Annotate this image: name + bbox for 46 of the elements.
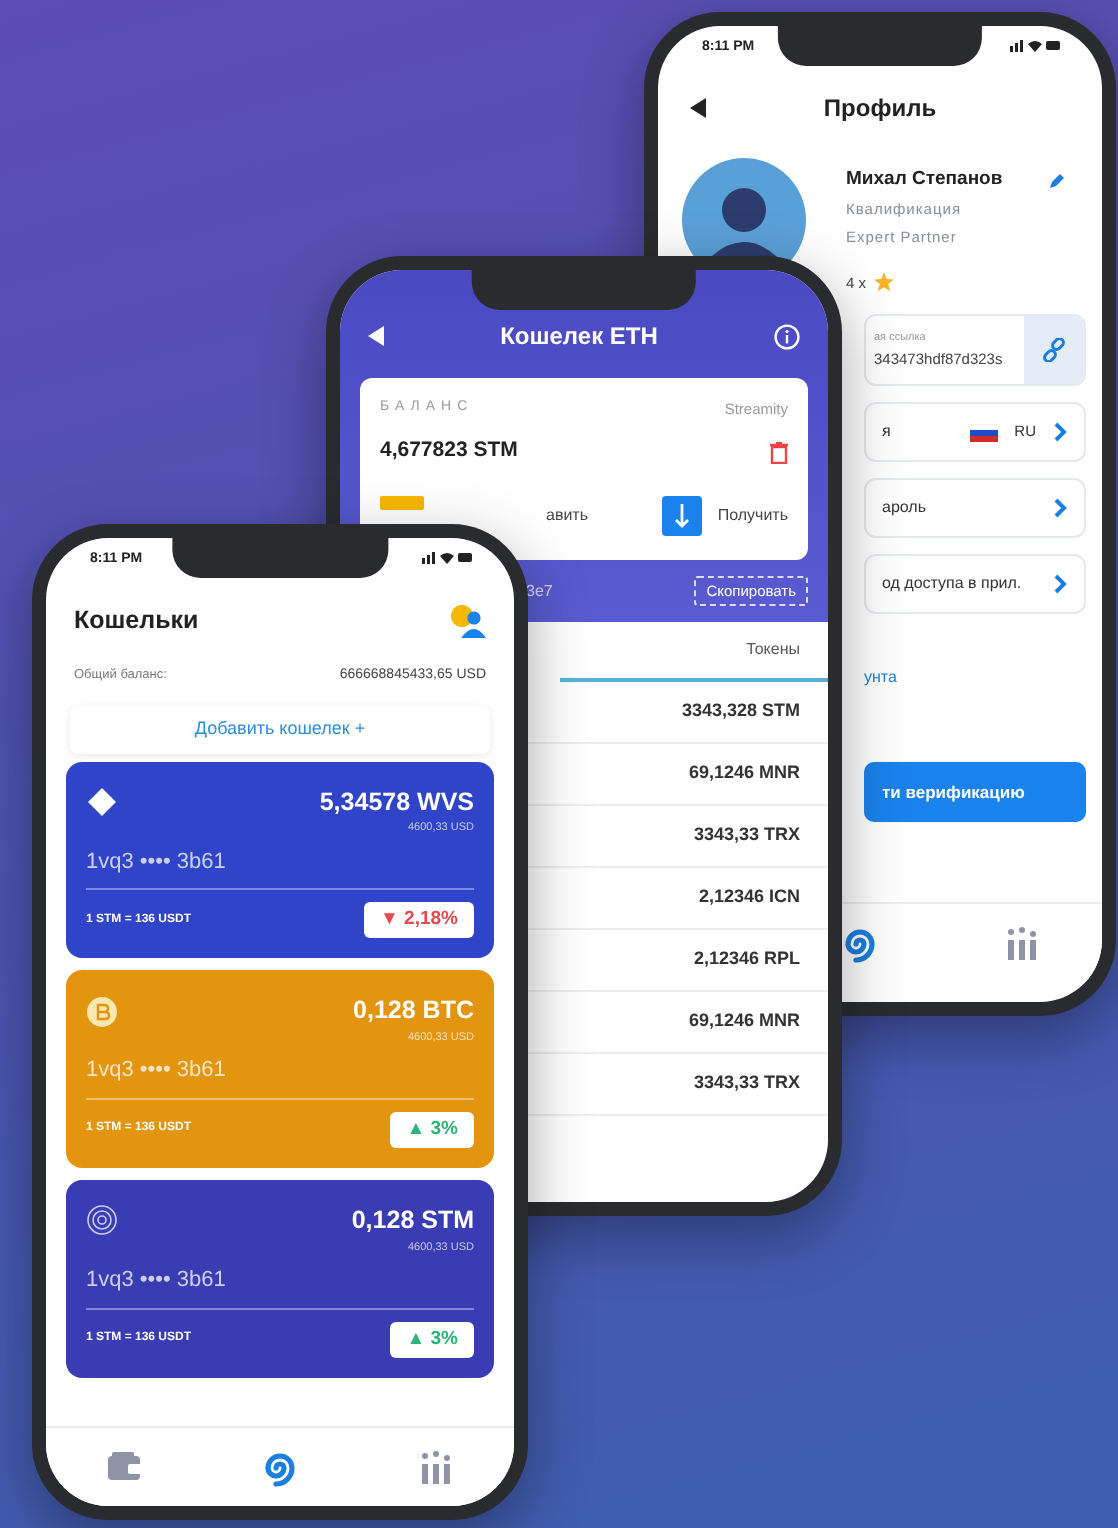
back-icon[interactable] [368, 326, 384, 346]
change-badge: ▼ 2,18% [364, 902, 474, 939]
chevron-right-icon [1052, 574, 1068, 594]
chevron-right-icon [1052, 422, 1068, 442]
status-icons [1010, 38, 1062, 52]
send-label[interactable]: авить [546, 504, 588, 528]
swirl-logo-icon[interactable] [839, 923, 879, 963]
russia-flag-icon [970, 423, 999, 441]
screen-title: Профиль [821, 92, 939, 126]
status-icons [422, 550, 474, 564]
wallet-address: 1vq3 •••• 3b61 [86, 845, 474, 890]
wallet-amount: 0,128 STM [351, 1204, 474, 1238]
balance-amount: 4,677823 STM [380, 436, 518, 467]
screen-title: Кошелек ETH [500, 320, 658, 354]
diamond-coin-icon [86, 785, 118, 818]
info-icon[interactable] [774, 323, 800, 349]
account-link[interactable]: унта [864, 666, 1086, 690]
user-icon[interactable] [450, 603, 486, 637]
settings-label: я [882, 420, 891, 444]
add-wallet-button[interactable]: Добавить кошелек + [70, 706, 490, 753]
screen-title: Кошельки [74, 603, 199, 638]
chart-icon[interactable] [416, 1447, 456, 1487]
copy-link-button[interactable] [1024, 316, 1084, 384]
tokens-tab[interactable]: Токены [559, 622, 828, 682]
wallet-amount: 0,128 BTC [353, 994, 474, 1029]
edit-icon[interactable] [1048, 171, 1066, 190]
link-icon [1042, 338, 1066, 362]
trash-icon[interactable] [770, 441, 788, 464]
wallet-address: 1vq3 •••• 3b61 [86, 1264, 474, 1309]
settings-row[interactable]: од доступа в прил. [864, 554, 1086, 614]
receive-icon[interactable] [661, 496, 702, 536]
verification-button[interactable]: ти верификацию [864, 762, 1086, 822]
change-badge: ▲ 3% [390, 1111, 474, 1148]
chevron-right-icon [1052, 498, 1068, 518]
change-badge: ▲ 3% [390, 1321, 474, 1358]
circle-emblem-icon [86, 1204, 118, 1237]
receive-label[interactable]: Получить [717, 504, 788, 528]
wallet-address: 3e7 [526, 579, 553, 603]
bitcoin-coin-icon [86, 995, 118, 1028]
settings-row[interactable]: ароль [864, 478, 1086, 538]
settings-label: ароль [882, 496, 927, 520]
settings-label: од доступа в прил. [882, 572, 1022, 596]
wallet-address: 1vq3 •••• 3b61 [86, 1054, 474, 1100]
back-icon[interactable] [690, 98, 706, 118]
user-name: Михал Степанов [846, 166, 1003, 194]
star-icon [874, 272, 895, 293]
